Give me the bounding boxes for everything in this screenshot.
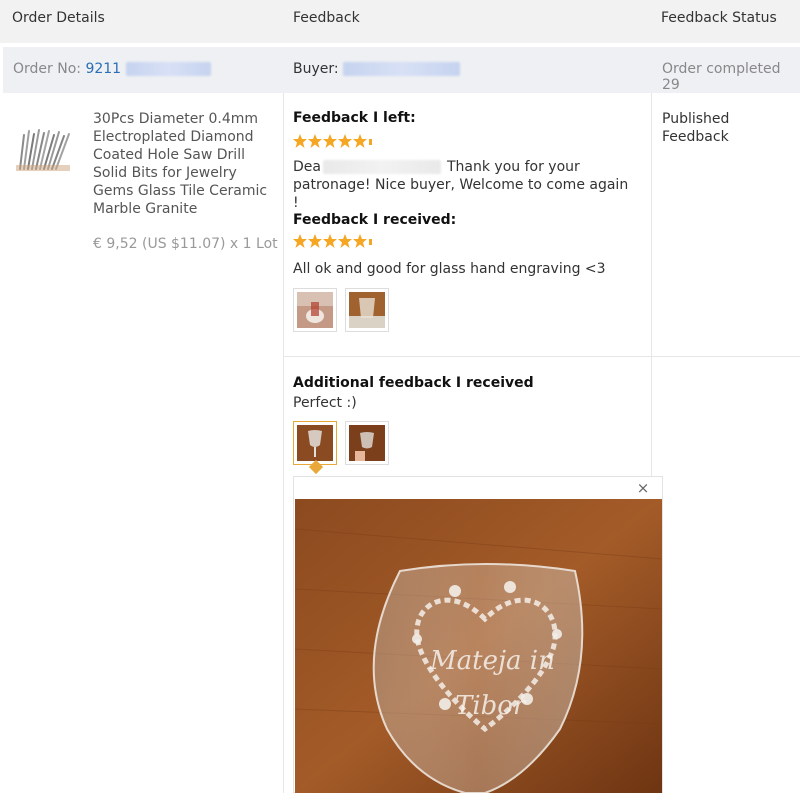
feedback-left-heading: Feedback I left: — [293, 110, 416, 126]
product-title-line: Coated Hole Saw Drill — [93, 147, 245, 163]
header-feedback: Feedback — [293, 10, 360, 26]
header-feedback-status: Feedback Status — [661, 10, 777, 26]
rating-stars-received — [293, 234, 372, 248]
feedback-left-text-start: Dea — [293, 159, 321, 175]
photo-thumbnail-image — [297, 425, 333, 461]
header-order-details: Order Details — [12, 10, 105, 26]
photo-thumbnail-image — [349, 425, 385, 461]
order-status: Order completed 29 — [662, 61, 781, 93]
product-price: € 9,52 (US $11.07) x 1 Lot — [93, 236, 278, 252]
svg-text:Mateja in: Mateja in — [429, 646, 555, 676]
product-title-line: Solid Bits for Jewelry — [93, 165, 237, 181]
order-summary-row: Order No: 9211 Buyer: Order completed 29 — [3, 47, 800, 93]
product-title-line: Gems Glass Tile Ceramic — [93, 183, 268, 199]
additional-feedback-heading: Additional feedback I received — [293, 375, 534, 391]
additional-photo-thumbnail[interactable] — [345, 421, 389, 465]
table-header: Order Details Feedback Feedback Status — [0, 0, 800, 43]
product-title-line: Marble Granite — [93, 201, 198, 217]
feedback-status: Published Feedback — [662, 110, 729, 146]
rating-stars-left — [293, 134, 372, 148]
close-icon[interactable]: × — [636, 481, 650, 496]
order-number-label: Order No: — [13, 61, 81, 77]
product-title-line: 30Pcs Diameter 0.4mm — [93, 111, 259, 127]
order-number: Order No: 9211 — [13, 61, 211, 77]
feedback-photo-thumbnail[interactable] — [345, 288, 389, 332]
feedback-left-text-line2: patronage! Nice buyer, Welcome to come a… — [293, 177, 629, 211]
status-line: Published — [662, 111, 730, 127]
feedback-photo-thumbnail[interactable] — [293, 288, 337, 332]
photo-thumbnail-image — [349, 292, 385, 328]
photo-thumbnail-image — [297, 292, 333, 328]
column-divider — [283, 93, 284, 793]
product-title-line: Electroplated Diamond — [93, 129, 254, 145]
redacted-buyer-name — [322, 160, 441, 174]
redacted-buyer-name — [343, 62, 461, 76]
preview-image[interactable]: Mateja in Tibor — [295, 499, 662, 793]
redacted-order-number — [125, 62, 211, 76]
feedback-left-text-end: Thank you for your — [446, 159, 580, 175]
buyer-info: Buyer: — [293, 61, 461, 77]
additional-photo-thumbnail-active[interactable] — [293, 421, 337, 465]
row-divider — [283, 356, 800, 357]
feedback-left-text: Dea Thank you for your patronage! Nice bu… — [293, 158, 638, 212]
additional-feedback-text: Perfect :) — [293, 395, 357, 411]
svg-text:Tibor: Tibor — [455, 691, 527, 721]
feedback-received-text: All ok and good for glass hand engraving… — [293, 261, 606, 277]
order-number-link[interactable]: 9211 — [85, 61, 121, 77]
status-line: Feedback — [662, 129, 729, 145]
buyer-label: Buyer: — [293, 61, 339, 77]
feedback-received-heading: Feedback I received: — [293, 212, 457, 228]
product-thumbnail[interactable] — [14, 125, 74, 173]
product-title[interactable]: 30Pcs Diameter 0.4mm Electroplated Diamo… — [93, 110, 273, 218]
